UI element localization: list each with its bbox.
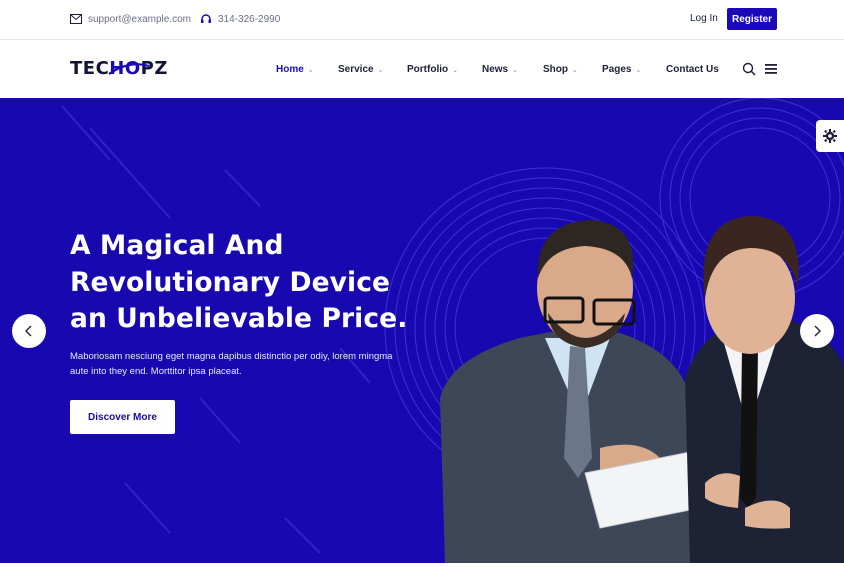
hero-headline-line-2: Revolutionary Device	[70, 266, 391, 298]
register-button[interactable]: Register	[727, 8, 777, 30]
settings-toggle[interactable]	[816, 120, 844, 152]
nav-item-home[interactable]: Home ⌄	[276, 64, 314, 75]
page-bottom-edge	[0, 563, 844, 567]
nav-item-service[interactable]: Service ⌄	[338, 64, 383, 75]
phone-text[interactable]: 314-326-2990	[218, 14, 280, 25]
login-link[interactable]: Log In	[690, 13, 718, 24]
email-text[interactable]: support@example.com	[88, 14, 191, 25]
hamburger-menu-icon[interactable]	[765, 64, 777, 74]
nav-item-contact-us[interactable]: Contact Us	[666, 64, 719, 75]
nav-item-label: Shop	[543, 64, 568, 75]
nav-item-label: Service	[338, 64, 374, 75]
logo-text-prefix: TEC	[70, 58, 110, 79]
mail-icon	[70, 13, 82, 25]
discover-more-button[interactable]: Discover More	[70, 400, 175, 434]
chevron-right-icon	[814, 325, 821, 337]
top-bar: support@example.com 314-326-2990 Log In …	[0, 0, 844, 40]
phone-contact[interactable]: 314-326-2990	[200, 13, 280, 25]
nav-item-shop[interactable]: Shop ⌄	[543, 64, 578, 75]
main-navbar: TECHOPZ Home ⌄ Service ⌄ Portfolio ⌄ News ⌄ …	[0, 40, 844, 98]
hero-headline-line-1: A Magical And	[70, 230, 284, 261]
chevron-down-icon: ⌄	[572, 66, 578, 74]
site-logo[interactable]: TECHOPZ	[70, 58, 168, 79]
chevron-down-icon: ⌄	[307, 66, 314, 74]
chevron-down-icon: ⌄	[452, 66, 458, 74]
chevron-down-icon: ⌄	[635, 66, 642, 74]
hero-slider: A Magical And Revolutionary Device an Un…	[0, 98, 844, 563]
search-icon[interactable]	[742, 62, 756, 76]
hero-headline-line-3: an Unbelievable Price.	[70, 303, 408, 334]
businessman-right-illustration	[685, 216, 844, 563]
slider-next-button[interactable]	[800, 314, 834, 348]
nav-item-label: Contact Us	[666, 64, 719, 75]
nav-item-label: Portfolio	[407, 64, 449, 75]
headset-icon	[200, 13, 212, 25]
slider-prev-button[interactable]	[12, 314, 46, 348]
chevron-left-icon	[25, 325, 32, 337]
email-contact[interactable]: support@example.com	[70, 13, 191, 25]
nav-item-label: Pages	[602, 64, 632, 75]
chevron-down-icon: ⌄	[377, 66, 384, 74]
nav-item-news[interactable]: News ⌄	[482, 64, 518, 75]
chevron-down-icon: ⌄	[512, 66, 518, 74]
nav-item-portfolio[interactable]: Portfolio ⌄	[407, 64, 458, 75]
hero-description: Maboriosam nesciung eget magna dapibus d…	[70, 351, 393, 377]
nav-item-label: News	[482, 64, 509, 75]
logo-swoosh-icon	[108, 63, 150, 75]
nav-item-pages[interactable]: Pages ⌄	[602, 64, 641, 75]
gear-icon	[823, 129, 837, 143]
hero-headline: A Magical And Revolutionary Device an Un…	[70, 228, 430, 338]
nav-item-label: Home	[276, 64, 304, 75]
